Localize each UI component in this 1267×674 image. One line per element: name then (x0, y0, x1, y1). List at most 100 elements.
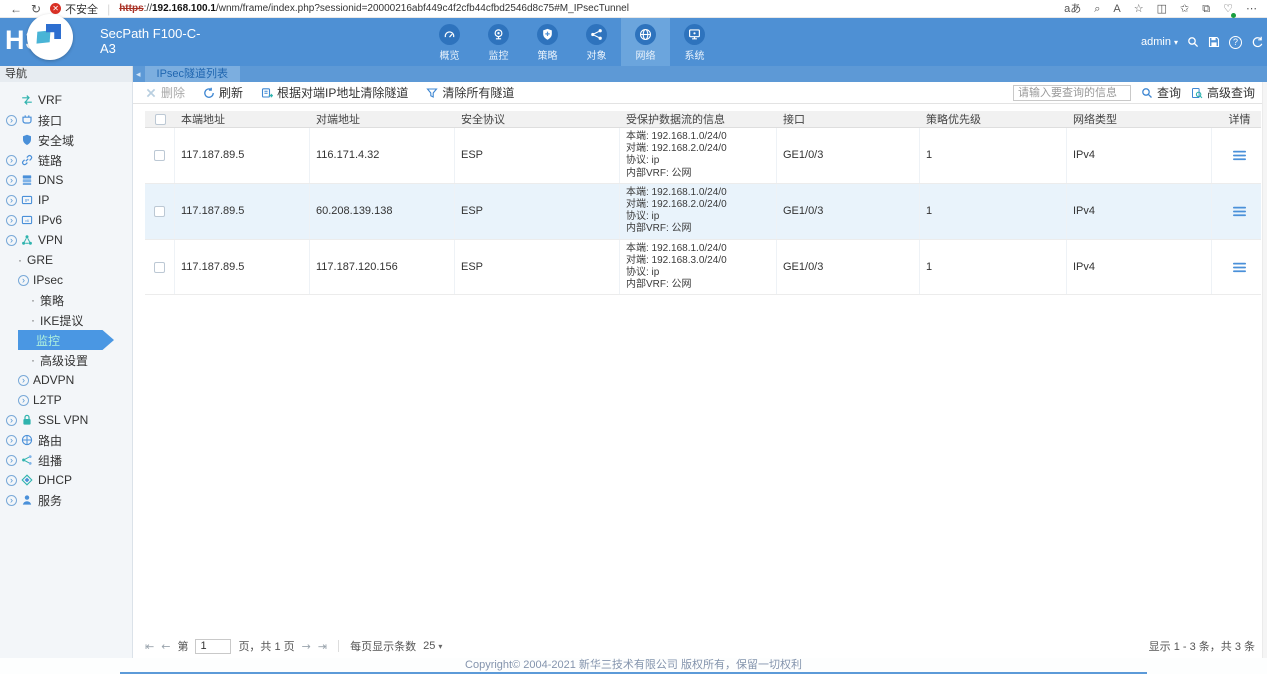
browser-reload-icon[interactable]: ↻ (31, 1, 41, 17)
details-icon[interactable] (1233, 150, 1246, 161)
last-page-icon[interactable]: ⇥ (318, 640, 327, 653)
sidebar-item-link[interactable]: ›链路 (0, 150, 132, 170)
table-row: 117.187.89.560.208.139.138ESP本端: 192.168… (145, 184, 1261, 240)
save-icon[interactable] (1208, 36, 1220, 48)
collections-icon[interactable]: ✩ (1180, 2, 1189, 16)
sidebar-item-ike-proposal[interactable]: ·IKE提议 (0, 310, 132, 330)
sidebar-item-advpn[interactable]: ›ADVPN (0, 370, 132, 390)
protected-flow-info: 本端: 192.168.1.0/24/0对端: 192.168.2.0/24/0… (620, 128, 777, 183)
refresh-button[interactable]: 刷新 (203, 84, 243, 101)
sidebar-item-security-zone[interactable]: 安全域 (0, 130, 132, 150)
select-all-checkbox[interactable] (155, 114, 166, 125)
cell-security-protocol: ESP (455, 240, 620, 295)
column-header-protected-flow-info: 受保护数据流的信息 (620, 111, 777, 127)
clear-by-peer-button[interactable]: 根据对端IP地址清除隧道 (261, 84, 408, 101)
sidebar-item-label: VPN (38, 233, 63, 247)
split-screen-icon[interactable]: ◫ (1157, 2, 1167, 16)
expander-icon[interactable]: › (6, 235, 17, 246)
favorites-icon[interactable]: ☆ (1134, 2, 1144, 16)
advanced-query-icon (1191, 87, 1203, 99)
scrollbar-track[interactable] (1262, 82, 1267, 658)
row-checkbox[interactable] (154, 206, 165, 217)
sidebar-item-dhcp[interactable]: ›DHCP (0, 470, 132, 490)
expander-icon[interactable]: › (6, 175, 17, 186)
flow-line: 对端: 192.168.3.0/24/0 (626, 255, 772, 267)
sidebar-item-ip[interactable]: ›IPIP (0, 190, 132, 210)
expander-icon[interactable]: › (18, 275, 29, 286)
sidebar-item-ipsec-monitor[interactable]: 监控 (0, 330, 132, 350)
expander-icon[interactable]: › (6, 115, 17, 126)
nav-item-label: 系统 (685, 47, 705, 62)
prev-page-icon[interactable]: ← (161, 640, 170, 653)
query-button[interactable]: 查询 (1141, 84, 1181, 101)
page-input[interactable] (195, 639, 231, 654)
sidebar-item-ipv6[interactable]: ›v6IPv6 (0, 210, 132, 230)
sidebar-item-multicast[interactable]: ›组播 (0, 450, 132, 470)
collapse-sidebar-icon[interactable]: ◂ (136, 69, 141, 80)
details-icon[interactable] (1233, 206, 1246, 217)
expander-icon[interactable]: › (18, 395, 29, 406)
translate-icon[interactable]: aあ (1064, 2, 1081, 16)
svg-text:IP: IP (25, 198, 29, 203)
expander-icon[interactable]: › (6, 435, 17, 446)
sidebar-item-service[interactable]: ›服务 (0, 490, 132, 510)
details-icon[interactable] (1233, 262, 1246, 273)
sidebar-item-vrf[interactable]: VRF (0, 90, 132, 110)
refresh-label: 刷新 (219, 84, 243, 101)
sidebar-item-route[interactable]: › 路由 (0, 430, 132, 450)
search-icon[interactable] (1187, 36, 1199, 48)
tab-groups-icon[interactable]: ⧉ (1202, 2, 1210, 16)
read-aloud-icon[interactable]: A (1113, 2, 1120, 16)
not-secure-label: 不安全 (65, 1, 98, 17)
cell-network-type: IPv4 (1067, 128, 1212, 183)
browser-back-icon[interactable]: ← (10, 1, 22, 17)
site-security-chip[interactable]: ✕ 不安全 (50, 1, 98, 17)
per-page-select[interactable]: 25 ▾ (423, 640, 442, 652)
nav-item-policy[interactable]: 策略 (523, 18, 572, 66)
expander-icon[interactable]: › (6, 195, 17, 206)
sidebar-item-ssl-vpn[interactable]: ›SSL VPN (0, 410, 132, 430)
sidebar-item-gre[interactable]: ·GRE (0, 250, 132, 270)
globe-icon (635, 24, 656, 45)
sidebar-item-interface[interactable]: ›接口 (0, 110, 132, 130)
expander-icon[interactable]: › (6, 495, 17, 506)
logout-icon[interactable] (1251, 36, 1263, 48)
cell-peer-address: 116.171.4.32 (310, 128, 455, 183)
browser-essentials-icon[interactable]: ♡ (1223, 2, 1233, 16)
help-icon[interactable]: ? (1229, 36, 1242, 49)
expander-icon[interactable]: › (6, 155, 17, 166)
advanced-query-button[interactable]: 高级查询 (1191, 84, 1255, 101)
row-checkbox[interactable] (154, 262, 165, 273)
sidebar-item-vpn[interactable]: › VPN (0, 230, 132, 250)
cell-peer-address: 117.187.120.156 (310, 240, 455, 295)
address-bar[interactable]: https://192.168.100.1/wnm/frame/index.ph… (119, 3, 1055, 14)
tab-ipsec-tunnel-list[interactable]: IPsec隧道列表 (145, 66, 241, 82)
search-input[interactable] (1013, 85, 1131, 101)
clear-all-button[interactable]: 清除所有隧道 (426, 84, 514, 101)
sidebar-item-dns[interactable]: ›DNS (0, 170, 132, 190)
delete-button[interactable]: 删除 (145, 84, 185, 101)
sidebar-item-advanced-settings[interactable]: ·高级设置 (0, 350, 132, 370)
row-checkbox[interactable] (154, 150, 165, 161)
first-page-icon[interactable]: ⇤ (145, 640, 154, 653)
expander-icon[interactable]: › (6, 455, 17, 466)
sidebar-item-label: IPv6 (38, 213, 62, 227)
expander-icon[interactable]: › (6, 215, 17, 226)
expander-icon[interactable]: › (6, 415, 17, 426)
sidebar-item-label: 路由 (38, 432, 62, 449)
expander-icon[interactable]: › (6, 475, 17, 486)
sidebar-item-ipsec[interactable]: ›IPsec (0, 270, 132, 290)
next-page-icon[interactable]: → (302, 640, 311, 653)
bullet-icon: · (18, 253, 22, 267)
nav-item-network[interactable]: 网络 (621, 18, 670, 66)
zoom-icon[interactable]: ⌕ (1094, 2, 1100, 16)
nav-item-object[interactable]: 对象 (572, 18, 621, 66)
sidebar-item-ipsec-policy[interactable]: ·策略 (0, 290, 132, 310)
nav-item-monitor[interactable]: 监控 (474, 18, 523, 66)
nav-item-system[interactable]: 系统 (670, 18, 719, 66)
user-menu[interactable]: admin ▾ (1141, 36, 1178, 48)
expander-icon[interactable]: › (18, 375, 29, 386)
settings-menu-icon[interactable]: ⋯ (1246, 2, 1257, 16)
sidebar-item-l2tp[interactable]: ›L2TP (0, 390, 132, 410)
nav-item-overview[interactable]: 概览 (425, 18, 474, 66)
